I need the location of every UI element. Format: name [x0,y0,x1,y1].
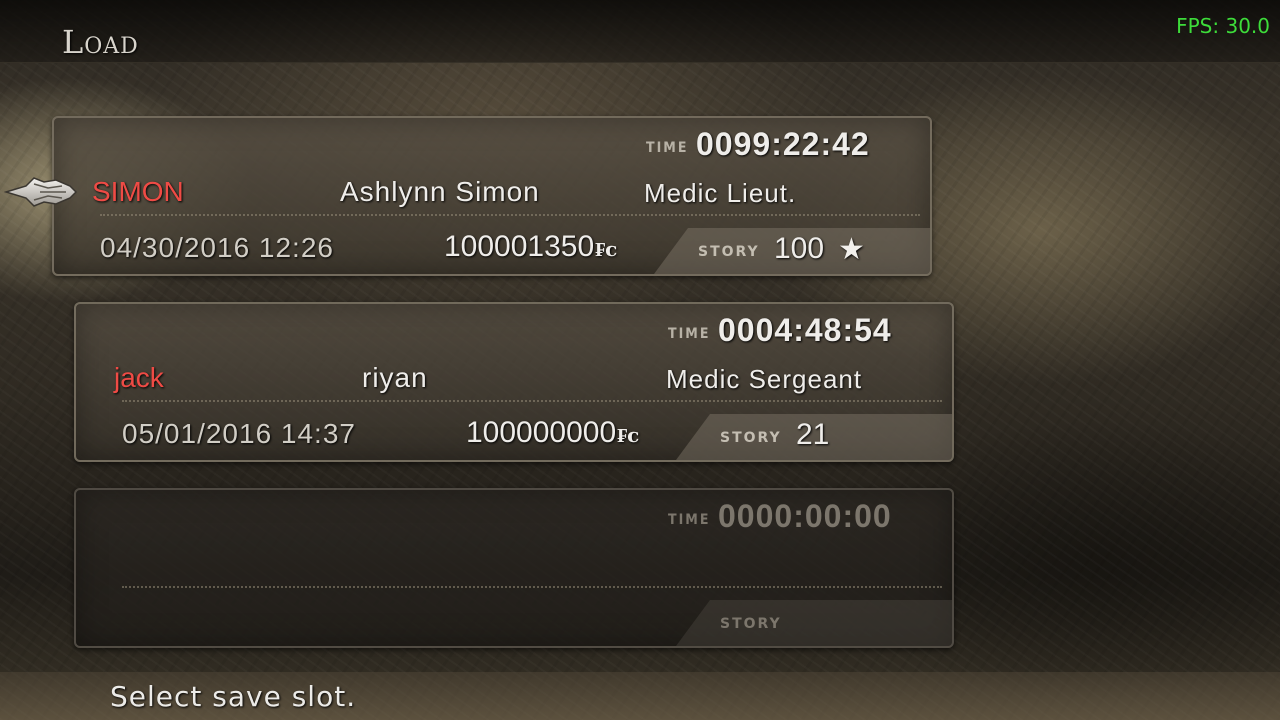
money-value: 100000000 [466,416,617,449]
story-progress: 100 [774,232,825,265]
currency-symbol: ₣c [595,237,618,261]
rank-title: Medic Lieut. [644,178,797,208]
story-label: STORY [720,430,782,446]
star-icon: ★ [838,232,865,267]
save-slot-1[interactable]: TIME 0099:22:42 SIMON Ashlynn Simon Medi… [52,116,932,276]
rank-title: Medic Sergeant [666,364,863,394]
time-label: TIME [668,512,711,528]
partner-name: riyan [362,362,428,393]
divider [100,214,920,216]
play-time: 0004:48:54 [718,312,892,348]
help-text: Select save slot. [110,680,357,713]
save-slot-2[interactable]: TIME 0004:48:54 jack riyan Medic Sergean… [74,302,954,462]
player-name: SIMON [92,176,184,207]
screen-title: Load [62,23,139,61]
play-time: 0099:22:42 [696,126,870,162]
story-band [676,600,952,646]
partner-name: Ashlynn Simon [340,176,540,207]
save-date: 04/30/2016 12:26 [100,232,334,263]
story-label: STORY [720,616,782,632]
money-amount: 100000000₣c [466,416,639,450]
header-bar: Load FPS: 30.0 [0,0,1280,63]
pointer-hand-icon [4,177,78,207]
fps-counter: FPS: 30.0 [1176,14,1270,38]
play-time: 0000:00:00 [718,498,892,534]
time-label: TIME [646,140,689,156]
divider [122,586,942,588]
time-label: TIME [668,326,711,342]
currency-symbol: ₣c [617,423,640,447]
story-progress: 21 [796,418,830,451]
money-amount: 100001350₣c [444,230,617,264]
divider [122,400,942,402]
save-slot-3-empty[interactable]: TIME 0000:00:00 STORY [74,488,954,648]
story-label: STORY [698,244,760,260]
player-name: jack [114,362,164,393]
save-date: 05/01/2016 14:37 [122,418,356,449]
money-value: 100001350 [444,230,595,263]
